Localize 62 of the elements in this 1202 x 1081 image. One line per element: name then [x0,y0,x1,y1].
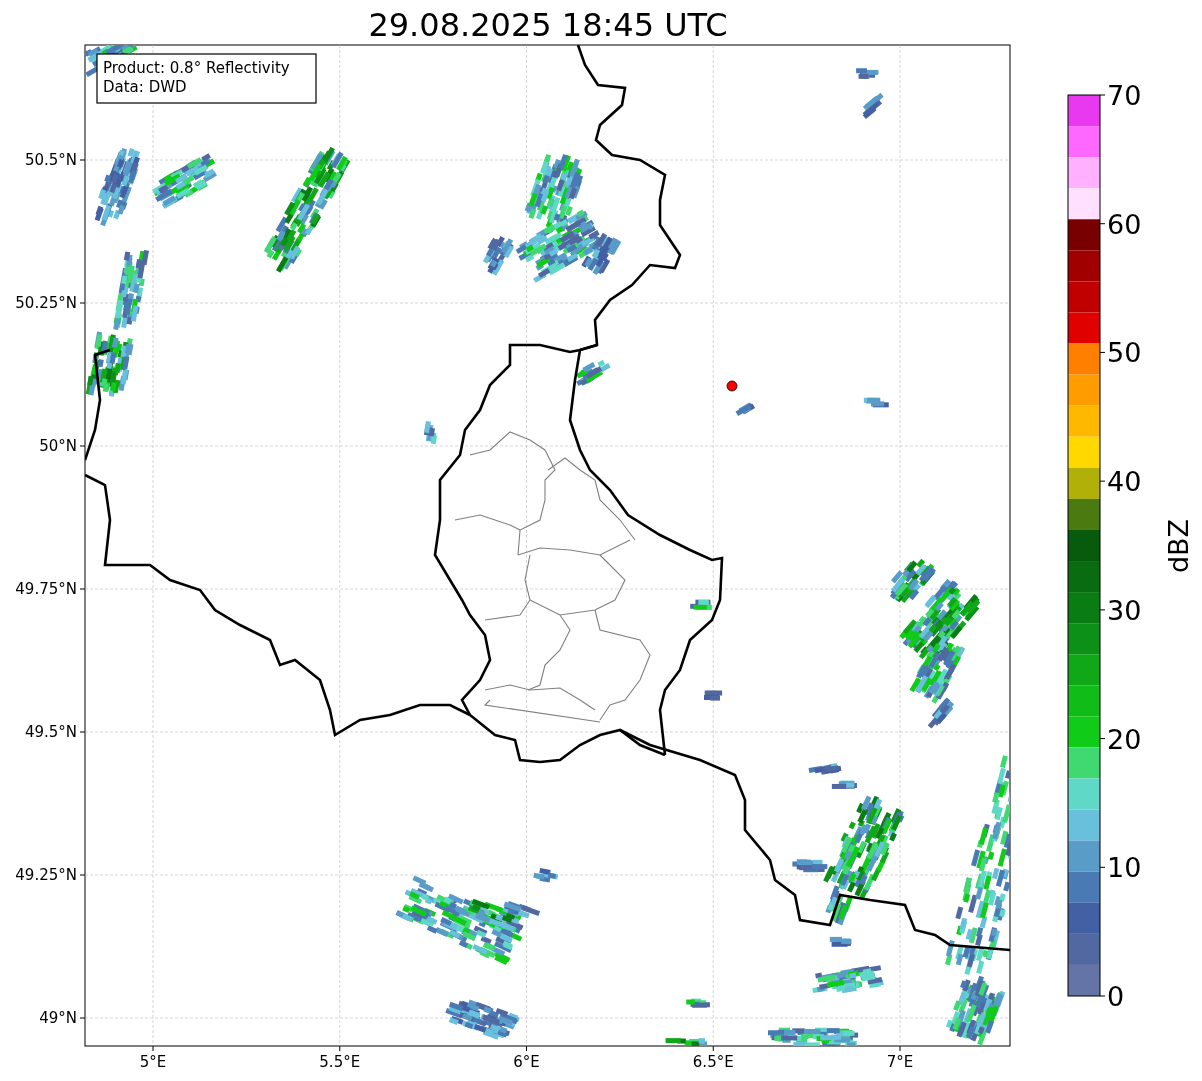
tick-mark [1099,609,1106,611]
y-tick-label: 50°N [39,437,77,455]
radar-echo [665,1038,708,1046]
tick-mark [79,445,86,447]
radar-echo [808,763,842,775]
tick-mark [712,1045,714,1052]
tick-mark [899,1045,901,1052]
radar-echo [831,780,857,789]
radar-echo [686,998,710,1008]
tick-mark [339,1045,341,1052]
tick-mark [79,874,86,876]
radar-echo [704,690,723,701]
tick-mark [1099,995,1106,997]
radar-echo [856,68,879,79]
colorbar-tick-label: 20 [1107,723,1142,755]
tick-mark [526,1045,527,1052]
radar-echo [735,402,756,416]
x-tick-label: 6.5°E [692,1053,734,1071]
radar-echo [829,936,852,947]
x-tick-label: 6°E [513,1053,540,1071]
x-tick-label: 7°E [886,1053,914,1071]
radar-echo [423,421,438,445]
x-tick-label: 5°E [139,1053,167,1071]
tick-mark [79,1017,86,1019]
radar-echo [812,965,884,994]
info-text: Product: 0.8° Reflectivity [103,59,290,77]
tick-mark [152,1045,154,1052]
y-tick-label: 50.25°N [15,294,77,312]
colorbar-tick-label: 10 [1107,852,1142,884]
y-tick-label: 49.5°N [24,723,77,741]
y-tick-label: 50.5°N [24,151,77,169]
colorbar-label: dBZ [1163,518,1194,574]
colorbar-tick-label: 70 [1107,80,1142,111]
radar-echo [85,331,134,397]
tick-mark [1099,94,1106,96]
tick-mark [79,731,86,733]
y-tick-label: 49.75°N [15,580,77,598]
radar-echo [533,868,559,883]
radar-echo [576,359,611,387]
info-text: Data: DWD [103,78,187,96]
tick-mark [1099,866,1106,868]
colorbar-tick-label: 40 [1107,466,1142,498]
y-tick-label: 49°N [39,1009,77,1027]
radar-echo [863,397,889,408]
tick-mark [1099,480,1106,482]
tick-mark [1099,223,1106,225]
colorbar-tick-label: 50 [1107,337,1142,369]
radar-echo [152,153,217,209]
colorbar-tick-label: 30 [1107,594,1142,626]
tick-mark [79,302,86,304]
x-tick-label: 5.5°E [319,1053,361,1071]
location-marker [726,380,738,392]
radar-echo [690,599,713,610]
y-tick-label: 49.25°N [15,866,77,884]
chart-title: 29.08.2025 18:45 UTC [368,6,728,44]
tick-mark [79,588,86,590]
tick-mark [1099,351,1106,353]
radar-echo [862,92,884,119]
colorbar-tick-label: 0 [1107,981,1125,1012]
tick-mark [1099,738,1106,740]
tick-mark [79,159,86,161]
colorbar-tick-label: 60 [1107,208,1142,240]
